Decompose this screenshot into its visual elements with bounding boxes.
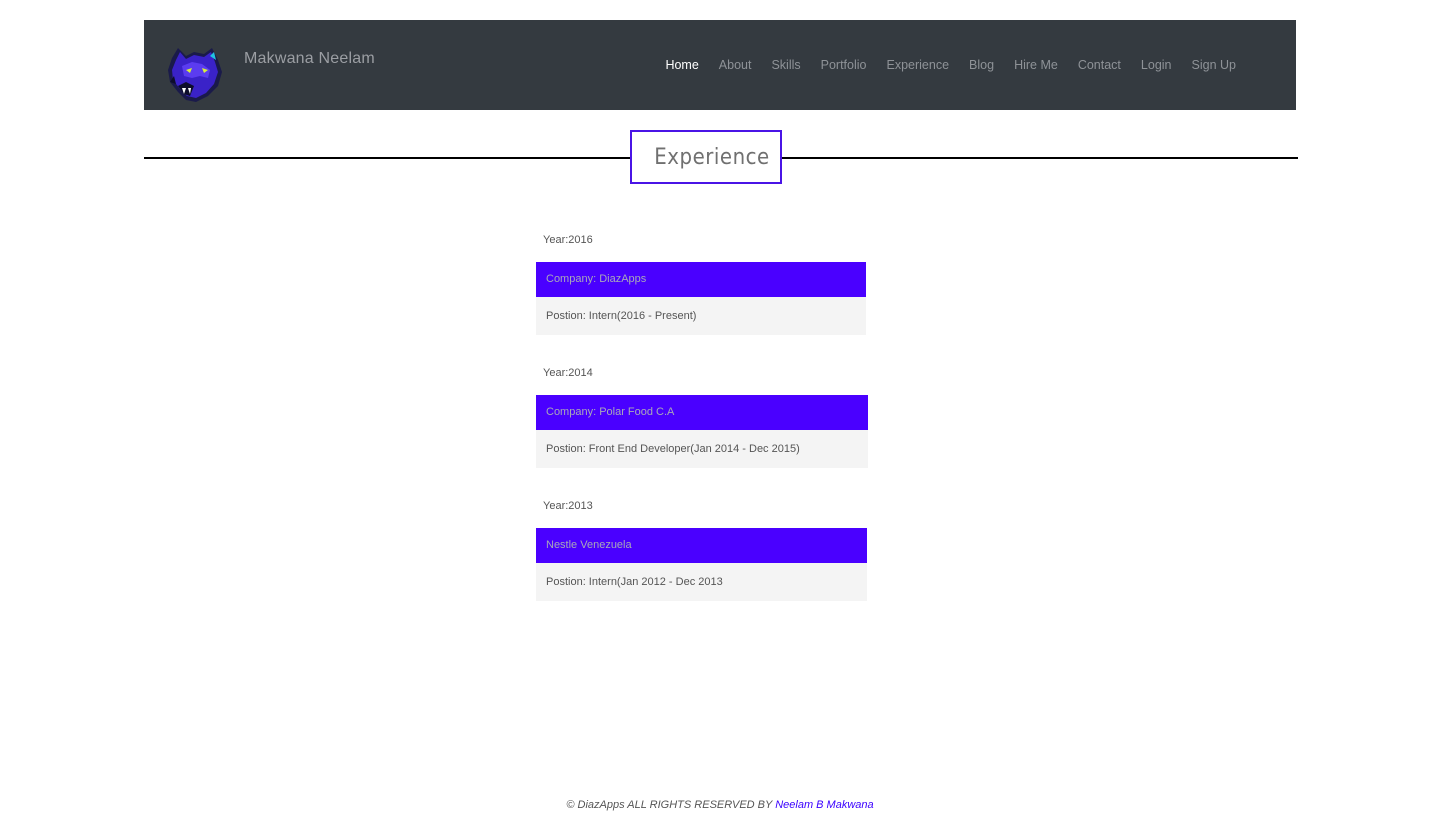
experience-company: Nestle Venezuela — [536, 528, 867, 563]
nav-item-skills[interactable]: Skills — [771, 58, 800, 72]
panther-logo-icon[interactable] — [164, 46, 226, 104]
experience-year: Year:2013 — [543, 500, 593, 512]
page: Makwana Neelam Home About Skills Portfol… — [0, 0, 1440, 821]
nav-item-experience[interactable]: Experience — [886, 58, 949, 72]
nav-item-home[interactable]: Home — [665, 58, 698, 72]
nav-item-portfolio[interactable]: Portfolio — [821, 58, 867, 72]
experience-company: Company: Polar Food C.A — [536, 395, 868, 430]
nav-item-login[interactable]: Login — [1141, 58, 1172, 72]
brand-name[interactable]: Makwana Neelam — [244, 50, 375, 68]
section-title: Experience — [654, 144, 770, 170]
nav-item-hire-me[interactable]: Hire Me — [1014, 58, 1058, 72]
footer: © DiazApps ALL RIGHTS RESERVED BY Neelam… — [0, 799, 1440, 811]
experience-position: Postion: Intern(2016 - Present) — [536, 297, 866, 335]
experience-company: Company: DiazApps — [536, 262, 866, 297]
section-title-box: Experience — [630, 130, 782, 184]
nav-item-sign-up[interactable]: Sign Up — [1192, 58, 1236, 72]
nav-item-about[interactable]: About — [719, 58, 752, 72]
footer-copyright: © DiazApps ALL RIGHTS RESERVED BY — [566, 799, 776, 811]
navbar: Makwana Neelam Home About Skills Portfol… — [144, 20, 1296, 110]
nav-item-contact[interactable]: Contact — [1078, 58, 1121, 72]
nav-item-blog[interactable]: Blog — [969, 58, 994, 72]
experience-year: Year:2014 — [543, 367, 593, 379]
experience-position: Postion: Intern(Jan 2012 - Dec 2013 — [536, 563, 867, 601]
footer-author-link[interactable]: Neelam B Makwana — [775, 799, 873, 811]
nav-menu: Home About Skills Portfolio Experience B… — [645, 58, 1236, 72]
experience-year: Year:2016 — [543, 234, 593, 246]
experience-position: Postion: Front End Developer(Jan 2014 - … — [536, 430, 868, 468]
